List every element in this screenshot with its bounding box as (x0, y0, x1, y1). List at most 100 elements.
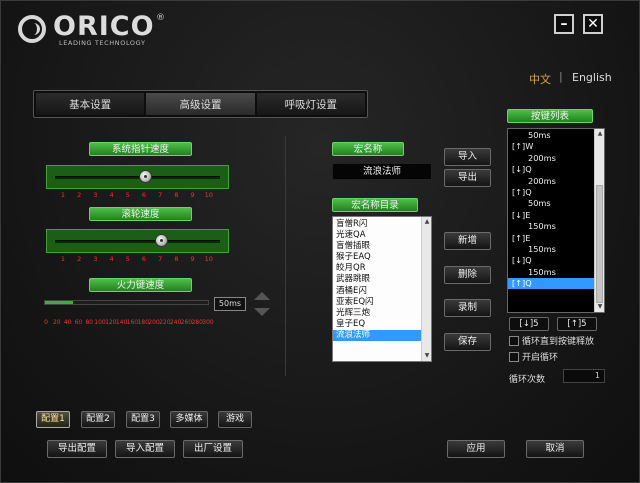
tick-label: 6 (141, 255, 147, 263)
tick-label: 3 (93, 255, 98, 263)
loop-count-label: 循环次数 (509, 375, 546, 385)
key-list-item[interactable]: [↑]E (508, 233, 595, 244)
brand-tagline: LEADING TECHNOLOGY (59, 39, 146, 47)
scroll-up-icon[interactable]: ▲ (423, 218, 431, 226)
macro-list-item[interactable]: 皎月QR (333, 263, 422, 274)
key-list-scrollbar[interactable]: ▲ ▼ (594, 129, 604, 312)
key-list-item[interactable]: 200ms (508, 176, 595, 187)
registered-mark: ® (156, 13, 165, 23)
key-list-item[interactable]: [↑]Q (508, 187, 595, 198)
pointer-speed-handle[interactable] (138, 170, 152, 183)
close-button[interactable]: ✕ (583, 14, 603, 34)
key-list-item[interactable]: [↓]E (508, 210, 595, 221)
tick-label: 80 (85, 319, 94, 326)
macro-list[interactable]: 盲僧R闪 光速QA 盲僧插眼 猴子EAQ 皎月QR 武器跳眼 酒桶E闪 亚索EQ闪 光辉三炮 皇子… (332, 216, 432, 362)
brand-name: ORICO (53, 11, 155, 42)
macro-list-item[interactable]: 光速QA (333, 230, 422, 241)
slider-track (55, 176, 220, 179)
macro-list-item[interactable]: 流浪法师 (333, 329, 422, 342)
fire-speed-up-icon[interactable] (254, 292, 270, 300)
tick-label: 280 (191, 319, 203, 326)
scroll-up-icon[interactable]: ▲ (596, 130, 604, 138)
macro-list-item[interactable]: 武器跳眼 (333, 274, 422, 285)
tick-label: 7 (158, 191, 163, 199)
tick-label: 4 (109, 255, 114, 263)
macro-import-button[interactable]: 导入 (444, 148, 491, 166)
key-list-item[interactable]: 50ms (508, 130, 595, 141)
tick-label: 5 (125, 191, 130, 199)
macro-delete-button[interactable]: 删除 (444, 266, 491, 284)
scroll-speed-handle[interactable] (154, 234, 168, 247)
macro-save-button[interactable]: 保存 (444, 333, 491, 351)
key-list-item[interactable]: [↑]W (508, 141, 595, 152)
factory-reset-button[interactable]: 出厂设置 (183, 440, 243, 458)
lang-separator: | (559, 70, 563, 83)
macro-record-button[interactable]: 录制 (444, 299, 491, 317)
macro-list-item[interactable]: 亚索EQ闪 (333, 297, 422, 308)
key-list-item[interactable]: 50ms (508, 198, 595, 209)
key-down-button[interactable]: [↓]5 (509, 317, 549, 331)
tick-label: 2 (77, 191, 82, 199)
lang-english[interactable]: English (572, 71, 612, 84)
minimize-button[interactable]: – (554, 14, 574, 34)
scroll-down-icon[interactable]: ▼ (423, 352, 431, 360)
loop-until-release-checkbox[interactable] (509, 336, 519, 346)
game-button[interactable]: 游戏 (218, 411, 252, 428)
macro-list-item[interactable]: 酒桶E闪 (333, 286, 422, 297)
macro-list-item[interactable]: 盲僧插眼 (333, 241, 422, 252)
tab-breathing-light[interactable]: 呼吸灯设置 (256, 93, 365, 115)
tick-label: 10 (204, 255, 213, 263)
tick-label: 9 (190, 255, 195, 263)
key-up-button[interactable]: [↑]5 (557, 317, 597, 331)
profile-3-button[interactable]: 配置3 (126, 411, 160, 428)
tab-advanced-settings[interactable]: 高级设置 (146, 93, 255, 115)
key-list-item[interactable]: [↑]Q (508, 278, 595, 290)
macro-list-scrollbar[interactable]: ▲ ▼ (421, 217, 431, 361)
tick-label: 40 (63, 319, 72, 326)
key-list[interactable]: 50ms [↑]W 200ms [↓]Q 200ms [↑]Q 50ms [↓]E 150ms[… (507, 128, 605, 313)
tick-label: 200 (148, 319, 160, 326)
tick-label: 1 (60, 191, 66, 199)
multimedia-button[interactable]: 多媒体 (170, 411, 208, 428)
tick-label: 6 (141, 191, 147, 199)
enable-loop-checkbox[interactable] (509, 352, 519, 362)
cancel-button[interactable]: 取消 (526, 440, 584, 458)
key-list-item[interactable]: 150ms (508, 267, 595, 278)
macro-name-input[interactable]: 流浪法师 (332, 163, 432, 180)
macro-new-button[interactable]: 新增 (444, 232, 491, 250)
tick-label: 140 (115, 319, 128, 326)
pointer-speed-slider[interactable] (46, 165, 229, 189)
macro-export-button[interactable]: 导出 (444, 169, 491, 187)
macro-list-item[interactable]: 猴子EAQ (333, 252, 422, 263)
key-list-item[interactable]: [↓]Q (508, 164, 595, 175)
tab-basic-settings[interactable]: 基本设置 (36, 93, 145, 115)
profile-2-button[interactable]: 配置2 (81, 411, 115, 428)
fire-speed-slider[interactable] (44, 300, 209, 305)
tick-label: 60 (74, 319, 83, 326)
slider-track (55, 240, 220, 243)
macro-list-item[interactable]: 皇子EQ (333, 319, 422, 330)
key-list-item[interactable]: [↓]Q (508, 255, 595, 266)
apply-button[interactable]: 应用 (447, 440, 505, 458)
macro-list-item[interactable]: 盲僧R闪 (333, 219, 422, 230)
lang-chinese[interactable]: 中文 (529, 71, 551, 87)
tick-label: 8 (174, 255, 179, 263)
key-list-item[interactable]: 200ms (508, 153, 595, 164)
tick-label: 180 (137, 319, 149, 326)
key-list-item[interactable]: 150ms (508, 244, 595, 255)
import-config-button[interactable]: 导入配置 (115, 440, 175, 458)
tick-label: 20 (52, 319, 61, 326)
fire-speed-down-icon[interactable] (254, 308, 270, 316)
section-divider (285, 136, 286, 376)
scroll-down-icon[interactable]: ▼ (596, 303, 604, 311)
loop-count-input[interactable]: 1 (563, 369, 605, 383)
profile-1-button[interactable]: 配置1 (36, 411, 70, 428)
key-list-item[interactable]: 150ms (508, 221, 595, 232)
export-config-button[interactable]: 导出配置 (47, 440, 107, 458)
scroll-speed-slider[interactable] (46, 229, 229, 253)
tick-label: 220 (159, 319, 171, 326)
scroll-thumb[interactable] (596, 185, 603, 303)
key-list-label: 按键列表 (507, 109, 593, 123)
fire-speed-label: 火力键速度 (89, 278, 192, 292)
macro-list-item[interactable]: 光辉三炮 (333, 308, 422, 319)
